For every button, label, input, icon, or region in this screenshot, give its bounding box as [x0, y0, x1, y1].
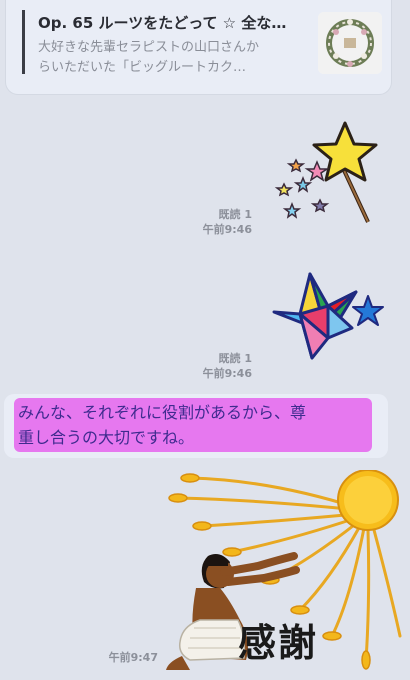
timestamp: 午前9:47 — [108, 651, 158, 664]
message-text: みんな、それぞれに役割があるから、尊 重し合うの大切ですね。 — [14, 398, 372, 452]
sticker-caption: 感謝 — [238, 620, 319, 665]
link-thumbnail[interactable] — [318, 12, 382, 74]
message-meta-3: 午前9:47 — [96, 650, 158, 665]
link-description: 大好きな先輩セラピストの山口さんか らいただいた「ビッグルートカク… — [38, 38, 300, 78]
quote-bar — [22, 10, 25, 74]
timestamp: 午前9:46 — [202, 223, 252, 236]
sticker-magic-wand[interactable] — [270, 118, 380, 228]
message-text-line2: 重し合うの大切ですね。 — [18, 428, 195, 447]
shared-link-card[interactable]: Op. 65 ルーツをたどって ☆ 全な… 大好きな先輩セラピストの山口さんか … — [6, 0, 391, 94]
colorful-star-icon — [272, 272, 384, 360]
timestamp: 午前9:46 — [202, 367, 252, 380]
sticker-sun-thanks[interactable]: 感謝 — [160, 469, 410, 676]
message-text-line1: みんな、それぞれに役割があるから、尊 — [18, 403, 307, 422]
link-title: Op. 65 ルーツをたどって ☆ 全な… — [38, 14, 287, 32]
read-receipt: 既読 1 — [218, 208, 252, 221]
link-description-line2: らいただいた「ビッグルートカク… — [38, 60, 247, 75]
sticker-colorful-star[interactable] — [270, 266, 390, 366]
link-description-line1: 大好きな先輩セラピストの山口さんか — [38, 40, 260, 55]
magic-wand-star-icon — [274, 121, 378, 223]
message-meta-1: 既読 1 午前9:46 — [190, 207, 252, 237]
message-meta-2: 既読 1 午前9:46 — [190, 351, 252, 381]
read-receipt: 既読 1 — [218, 352, 252, 365]
